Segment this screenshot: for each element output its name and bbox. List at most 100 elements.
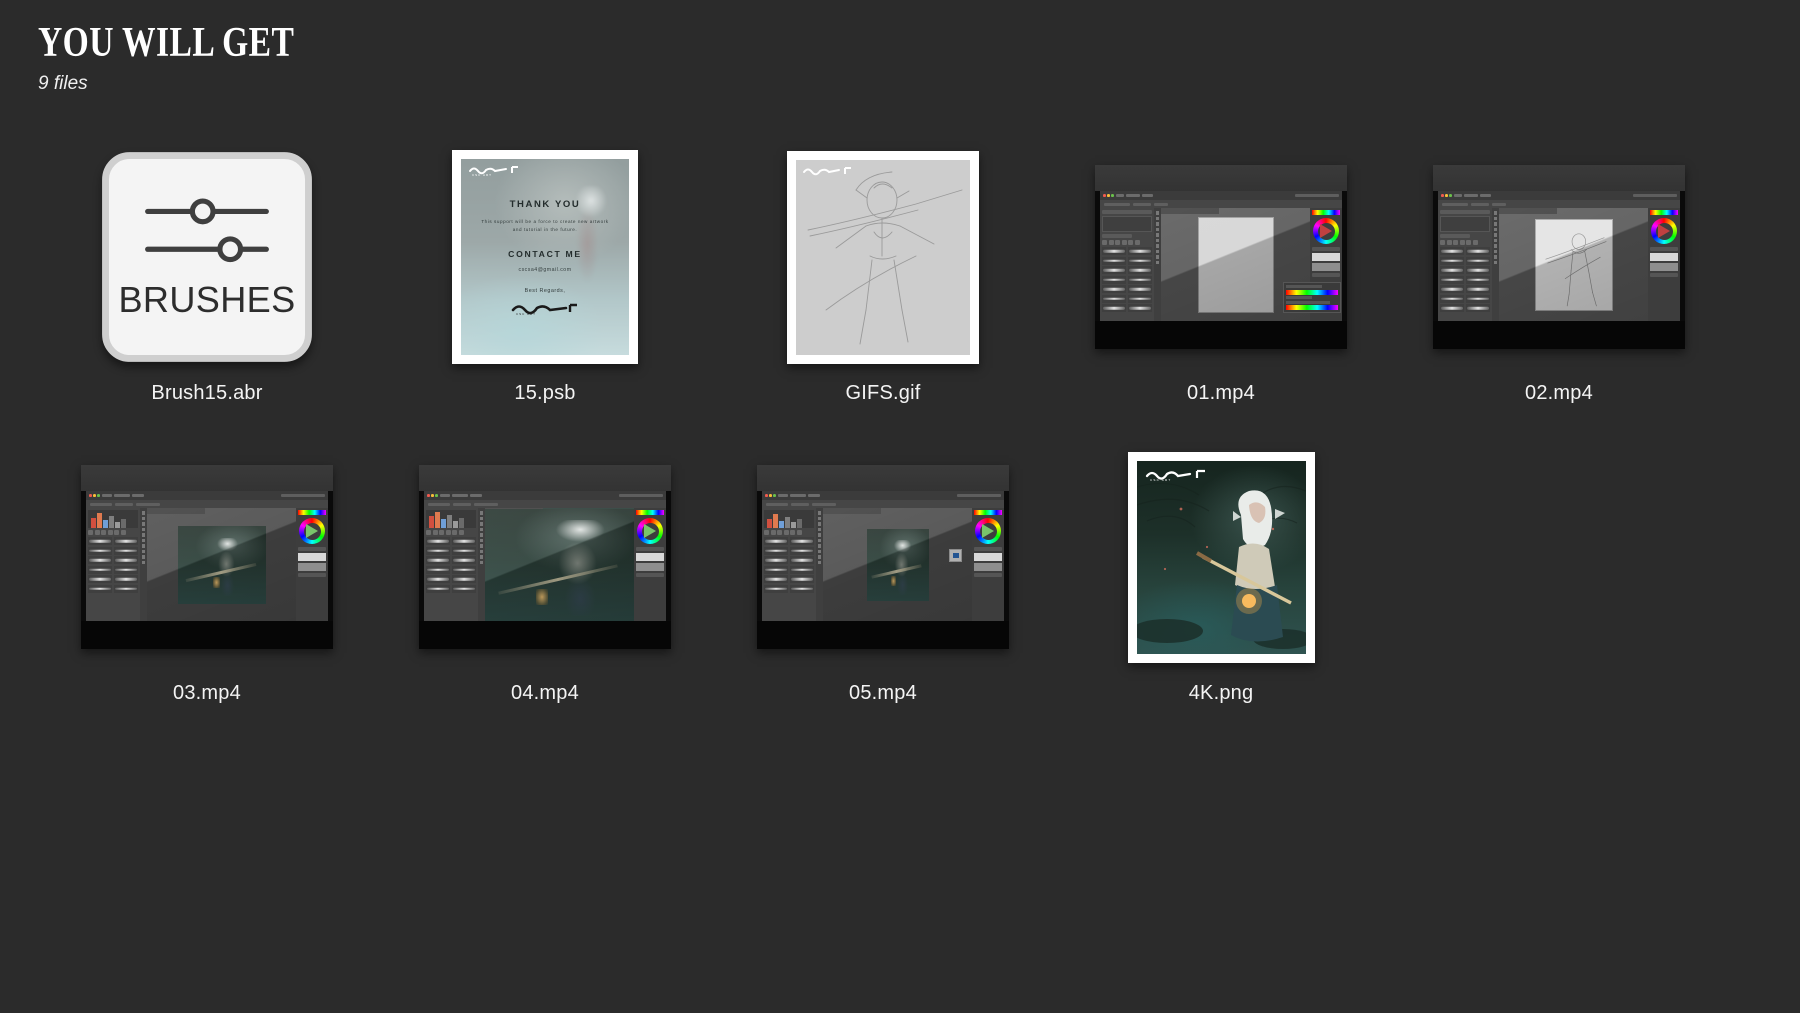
letterbox-bottom	[419, 621, 671, 649]
brush-preset-card: BRUSHES	[102, 152, 312, 362]
contact-email: cscsa4@gmail.com	[518, 267, 572, 274]
signature-icon: CSC ART	[1145, 468, 1217, 482]
thumbnail-wrap	[1052, 138, 1390, 376]
letterbox-top	[81, 465, 333, 491]
artwork-document	[177, 525, 266, 604]
floating-color-panel	[1283, 282, 1341, 313]
signature-icon-card: CSC ART	[511, 303, 577, 315]
thank-you-card: THANK YOU This support will be a force t…	[461, 159, 629, 355]
letterbox-bottom	[757, 621, 1009, 649]
option-bar	[86, 500, 328, 508]
tool-strip	[1154, 208, 1161, 321]
framed-thumbnail: CSC ART THANK YOU This support will be a…	[452, 150, 638, 364]
menu-bar	[86, 491, 328, 500]
photoshop-window	[86, 491, 328, 621]
menu-bar	[424, 491, 666, 500]
sketch-drawing	[1544, 232, 1606, 306]
letterbox-top	[419, 465, 671, 491]
tool-strip	[140, 508, 147, 621]
photoshop-window	[762, 491, 1004, 621]
option-bar	[424, 500, 666, 508]
canvas-area	[485, 508, 634, 621]
menu-bar	[1100, 191, 1342, 200]
canvas-area	[1499, 208, 1648, 321]
letterbox-top	[1095, 165, 1347, 191]
file-grid: BRUSHES Brush15.abr CSC ART THANK YOU Th…	[38, 138, 1768, 738]
brush-panel	[86, 508, 140, 621]
video-thumbnail	[1433, 165, 1685, 349]
file-item-video-04[interactable]: 04.mp4	[376, 438, 714, 738]
file-label: 01.mp4	[1187, 382, 1255, 404]
brush-panel	[762, 508, 816, 621]
sliders-icon-second	[145, 235, 269, 264]
color-panel	[296, 508, 328, 621]
option-bar	[1100, 200, 1342, 208]
file-label: 04.mp4	[511, 682, 579, 704]
color-panel	[972, 508, 1004, 621]
brush-panel	[1100, 208, 1154, 321]
sketch-document	[1534, 218, 1613, 311]
color-wheel-icon	[1313, 218, 1339, 244]
thumbnail-wrap	[376, 438, 714, 676]
file-item-video-03[interactable]: 03.mp4	[38, 438, 376, 738]
thumbnail-wrap	[1390, 138, 1728, 376]
file-label: 03.mp4	[173, 682, 241, 704]
canvas-area	[823, 508, 972, 621]
file-label: 4K.png	[1188, 682, 1254, 704]
menu-bar	[1438, 191, 1680, 200]
thumbnail-wrap	[38, 438, 376, 676]
file-item-png[interactable]: CSC ART 4K.png	[1052, 438, 1390, 738]
color-wheel-icon	[1651, 218, 1677, 244]
file-item-brush[interactable]: BRUSHES Brush15.abr	[38, 138, 376, 438]
contact-heading: CONTACT ME	[508, 249, 582, 260]
video-thumbnail	[81, 465, 333, 649]
histogram-icon	[764, 510, 814, 528]
file-item-psb[interactable]: CSC ART THANK YOU This support will be a…	[376, 138, 714, 438]
thumbnail-wrap: CSC ART	[1052, 438, 1390, 676]
color-wheel-icon	[637, 518, 663, 544]
brush-panel	[424, 508, 478, 621]
tool-strip	[816, 508, 823, 621]
thank-you-heading: THANK YOU	[509, 198, 581, 210]
page-title: YOU WILL GET	[38, 20, 295, 66]
sliders-icon	[145, 197, 269, 226]
letterbox-top	[1433, 165, 1685, 191]
canvas-area	[147, 508, 296, 621]
photoshop-window	[424, 491, 666, 621]
tool-strip	[1492, 208, 1499, 321]
svg-text:CSC ART: CSC ART	[1150, 478, 1171, 481]
file-item-video-02[interactable]: 02.mp4	[1390, 138, 1728, 438]
color-panel	[634, 508, 666, 621]
framed-thumbnail: CSC ART	[1127, 451, 1315, 663]
artwork-illustration	[1136, 482, 1306, 649]
layer-badge-icon	[949, 548, 962, 562]
color-wheel-icon	[975, 518, 1001, 544]
video-thumbnail	[757, 465, 1009, 649]
video-thumbnail	[1095, 165, 1347, 349]
file-item-gif[interactable]: GIFS.gif	[714, 138, 1052, 438]
thumbnail-wrap: BRUSHES	[38, 138, 376, 376]
thank-you-body: This support will be a force to create n…	[481, 218, 609, 232]
file-label: 05.mp4	[849, 682, 917, 704]
file-label: Brush15.abr	[151, 382, 263, 404]
histogram-icon	[426, 510, 476, 528]
color-panel	[1648, 208, 1680, 321]
histogram-icon	[88, 510, 138, 528]
artwork-document	[866, 528, 929, 601]
letterbox-bottom	[1095, 321, 1347, 349]
photoshop-window	[1438, 191, 1680, 321]
letterbox-bottom	[1433, 321, 1685, 349]
regards-text: Best Regards,	[524, 288, 566, 295]
tool-strip	[478, 508, 485, 621]
option-bar	[762, 500, 1004, 508]
sketch-drawing	[807, 171, 963, 344]
svg-text:CSC ART: CSC ART	[516, 312, 536, 315]
thumbnail-wrap: CSC ART THANK YOU This support will be a…	[376, 138, 714, 376]
file-label: GIFS.gif	[845, 382, 921, 404]
file-count-subtitle: 9 files	[38, 73, 88, 94]
file-item-video-01[interactable]: 01.mp4	[1052, 138, 1390, 438]
brush-panel	[1438, 208, 1492, 321]
option-bar	[1438, 200, 1680, 208]
file-item-video-05[interactable]: 05.mp4	[714, 438, 1052, 738]
thumbnail-wrap	[714, 138, 1052, 376]
